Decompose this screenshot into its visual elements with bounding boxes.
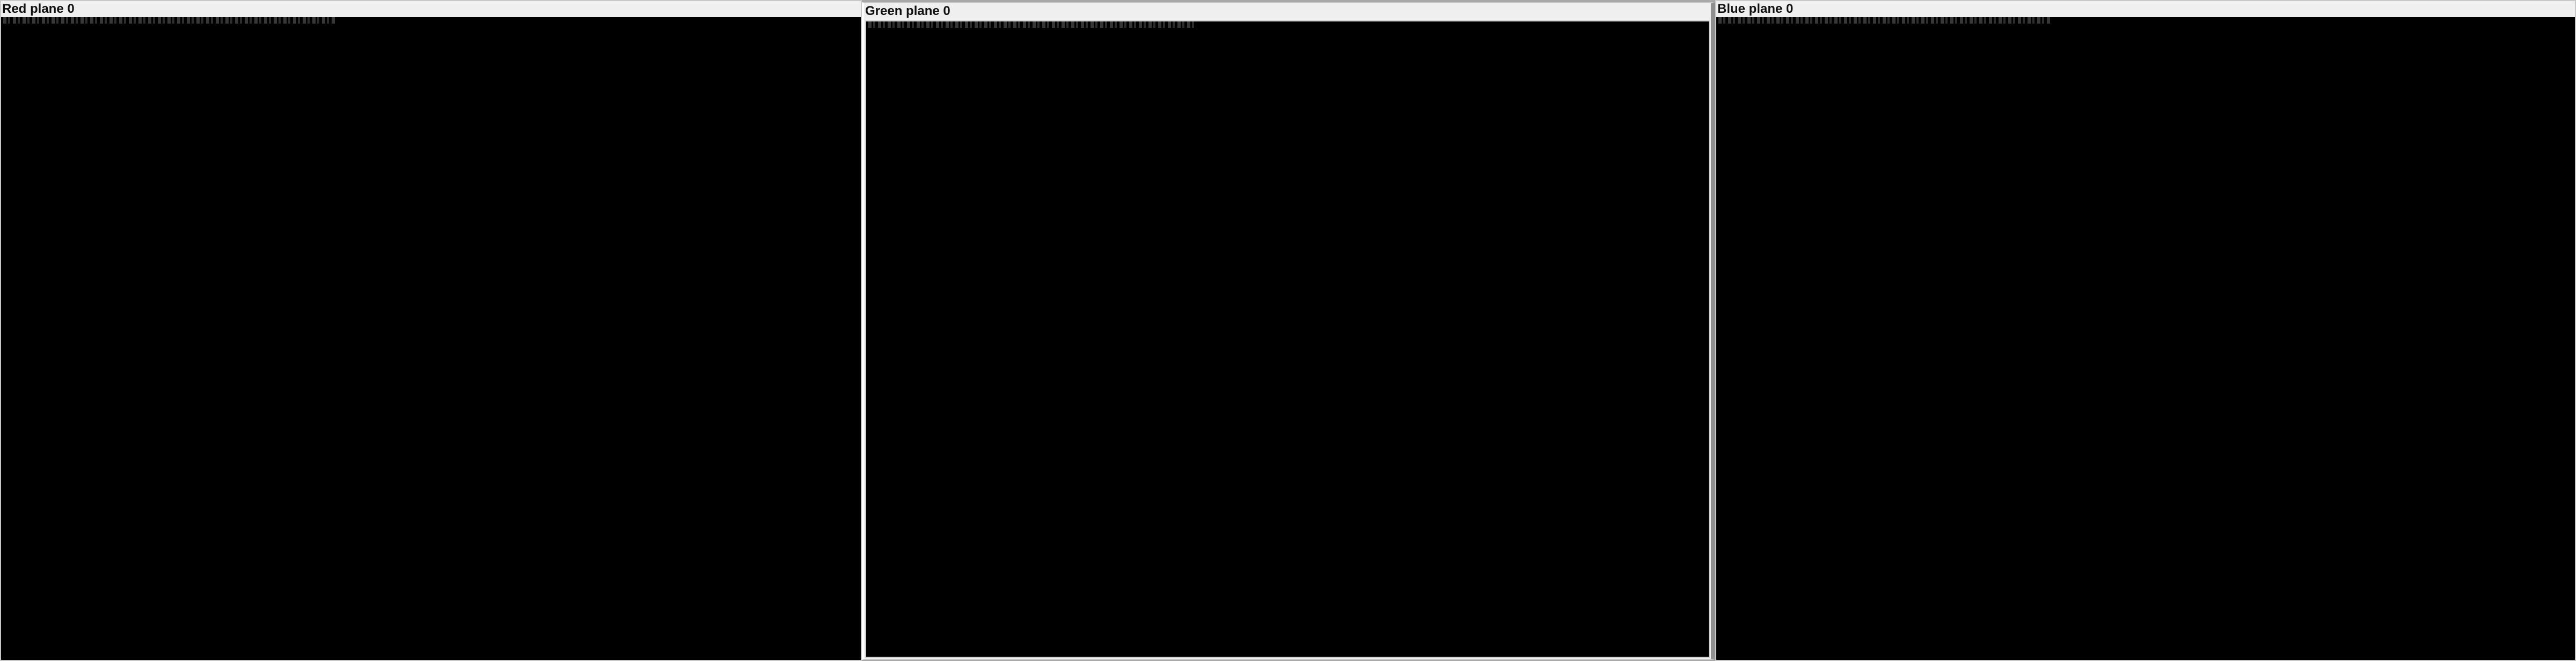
green-plane-overlay-text [868, 21, 1196, 28]
red-plane-view[interactable] [1, 17, 861, 660]
blue-plane-overlay-text [1718, 17, 2051, 24]
blue-plane-panel: Blue plane 0 [1715, 0, 2576, 661]
green-plane-view[interactable] [865, 20, 1710, 658]
green-plane-title: Green plane 0 [865, 4, 950, 18]
blue-plane-view[interactable] [1716, 17, 2575, 660]
green-plane-panel: Green plane 0 [862, 2, 1715, 660]
red-plane-panel: Red plane 0 [0, 0, 862, 661]
red-plane-overlay-text [3, 17, 336, 24]
blue-plane-title: Blue plane 0 [1717, 2, 1794, 16]
red-plane-title: Red plane 0 [2, 2, 75, 16]
